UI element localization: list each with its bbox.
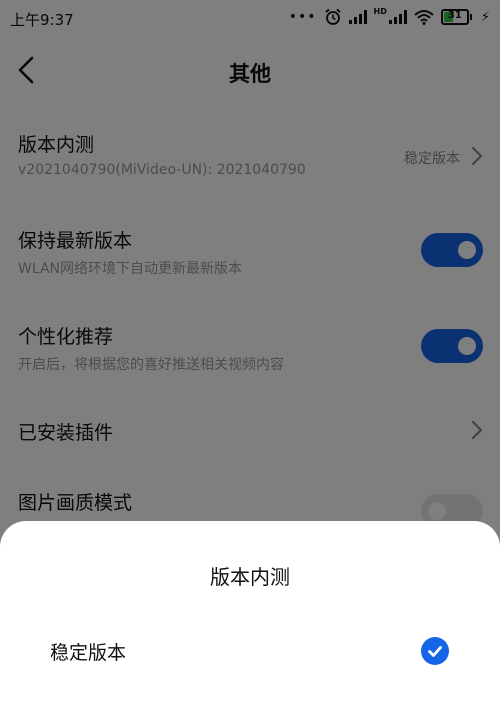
version-bottom-sheet: 版本内测 稳定版本 xyxy=(0,521,500,711)
sheet-title: 版本内测 xyxy=(210,565,290,589)
option-stable-version[interactable]: 稳定版本 xyxy=(0,623,500,679)
check-icon xyxy=(421,637,449,665)
option-label: 稳定版本 xyxy=(50,642,127,664)
